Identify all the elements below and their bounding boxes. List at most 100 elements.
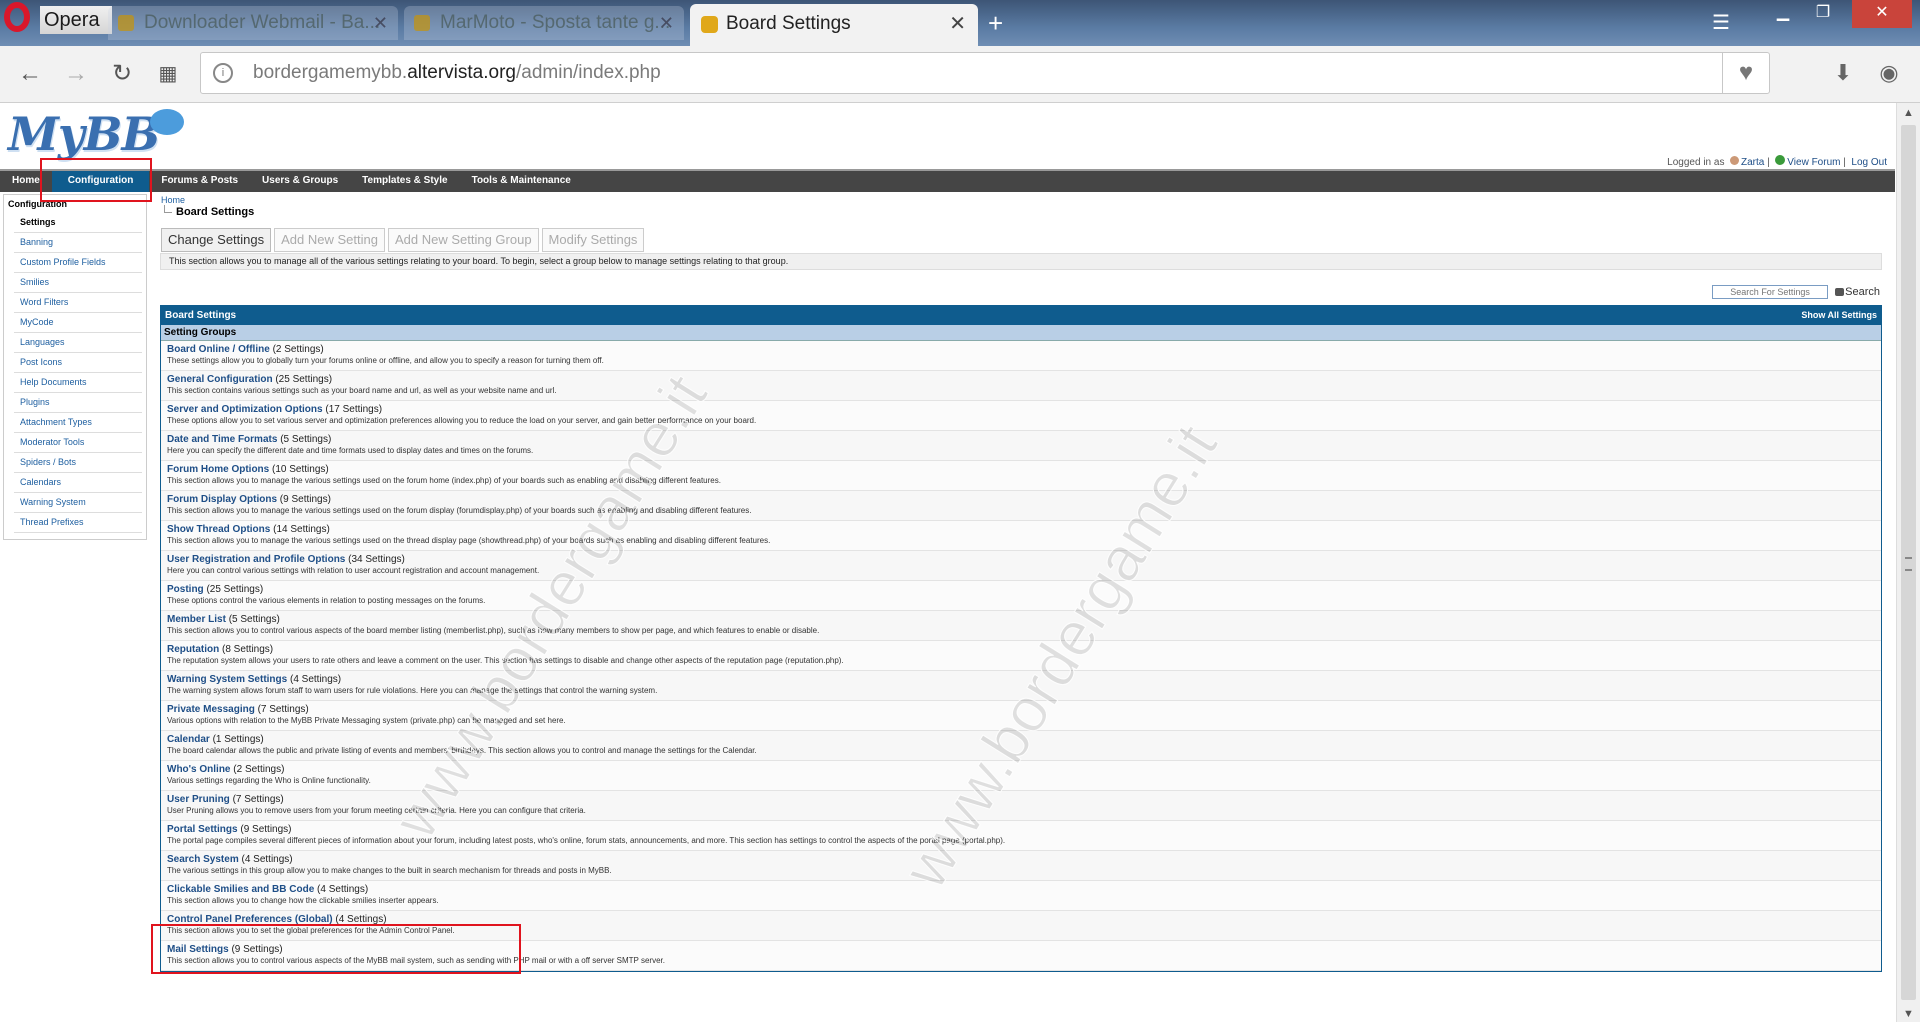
setting-group-link[interactable]: Posting (25 Settings) [167, 581, 1881, 595]
menu-templates-style[interactable]: Templates & Style [350, 171, 459, 192]
table-row: Clickable Smilies and BB Code (4 Setting… [161, 881, 1881, 911]
setting-group-description: Here you can specify the different date … [167, 446, 534, 455]
setting-group-link[interactable]: User Registration and Profile Options (3… [167, 551, 1881, 565]
close-tab-icon[interactable]: ✕ [659, 6, 674, 40]
setting-group-description: The various settings in this group allow… [167, 866, 612, 875]
opera-menu-button[interactable]: Opera [40, 6, 112, 34]
table-header: Board Settings Show All Settings [161, 306, 1881, 325]
sidebar-item-smilies[interactable]: Smilies [14, 273, 142, 293]
globe-icon [1775, 155, 1786, 165]
menu-tools-maintenance[interactable]: Tools & Maintenance [460, 171, 583, 192]
settings-count: (9 Settings) [240, 824, 292, 835]
settings-count: (34 Settings) [348, 554, 405, 565]
back-button[interactable]: ← [14, 58, 46, 90]
setting-group-description: This section allows you to manage the va… [167, 476, 721, 485]
close-tab-icon[interactable]: ✕ [373, 6, 388, 40]
setting-group-link[interactable]: General Configuration (25 Settings) [167, 371, 1881, 385]
menu-forums-posts[interactable]: Forums & Posts [149, 171, 250, 192]
sidebar-item-thread-prefixes[interactable]: Thread Prefixes [14, 513, 142, 533]
tab-menu-icon[interactable]: ☰ [1712, 10, 1730, 35]
sidebar-item-help-documents[interactable]: Help Documents [14, 373, 142, 393]
scrollbar-thumb[interactable] [1901, 125, 1916, 1000]
subtabs: Change Settings Add New Setting Add New … [161, 228, 647, 252]
tab-add-new-setting[interactable]: Add New Setting [274, 228, 385, 252]
browser-toolbar: ← → ↻ ▦ i bordergamemybb.altervista.org/… [0, 46, 1920, 103]
forward-button[interactable]: → [60, 58, 92, 90]
search-settings-input[interactable] [1712, 285, 1829, 299]
tab-change-settings[interactable]: Change Settings [161, 228, 272, 252]
setting-group-link[interactable]: Clickable Smilies and BB Code (4 Setting… [167, 881, 1881, 895]
table-row: Board Online / Offline (2 Settings) These… [161, 341, 1881, 371]
sidebar-item-custom-profile-fields[interactable]: Custom Profile Fields [14, 253, 142, 273]
sidebar-item-word-filters[interactable]: Word Filters [14, 293, 142, 313]
sidebar-item-attachment-types[interactable]: Attachment Types [14, 413, 142, 433]
sidebar-item-mycode[interactable]: MyCode [14, 313, 142, 333]
sidebar-item-calendars[interactable]: Calendars [14, 473, 142, 493]
reload-button[interactable]: ↻ [106, 58, 138, 90]
sidebar-item-post-icons[interactable]: Post Icons [14, 353, 142, 373]
address-bar[interactable]: i bordergamemybb.altervista.org/admin/in… [200, 52, 1770, 94]
sidebar-item-settings[interactable]: Settings [14, 213, 142, 233]
setting-group-link[interactable]: Forum Home Options (10 Settings) [167, 461, 1881, 475]
search-icon [1835, 288, 1845, 297]
sidebar-item-moderator-tools[interactable]: Moderator Tools [14, 433, 142, 453]
setting-group-link[interactable]: Member List (5 Settings) [167, 611, 1881, 625]
close-window-button[interactable]: ✕ [1852, 0, 1912, 28]
breadcrumb-home[interactable]: Home [161, 195, 185, 205]
sidebar-item-banning[interactable]: Banning [14, 233, 142, 253]
settings-count: (10 Settings) [272, 464, 329, 475]
setting-group-link[interactable]: Forum Display Options (9 Settings) [167, 491, 1881, 505]
setting-group-link[interactable]: Control Panel Preferences (Global) (4 Se… [167, 911, 1881, 925]
log-out-link[interactable]: Log Out [1851, 157, 1887, 168]
tab-favicon-icon [701, 16, 718, 33]
url-text[interactable]: bordergamemybb.altervista.org/admin/inde… [253, 62, 661, 84]
setting-group-description: This section allows you to manage the va… [167, 506, 752, 515]
close-tab-icon[interactable]: ✕ [949, 4, 966, 44]
sidebar-item-plugins[interactable]: Plugins [14, 393, 142, 413]
site-info-icon[interactable]: i [213, 63, 233, 83]
settings-count: (14 Settings) [273, 524, 330, 535]
highlight-box [40, 158, 152, 202]
table-row: Show Thread Options (14 Settings) This se… [161, 521, 1881, 551]
tab-modify-settings[interactable]: Modify Settings [541, 228, 645, 252]
settings-count: (5 Settings) [228, 614, 280, 625]
bookmark-heart-icon[interactable]: ♥ [1722, 53, 1769, 93]
speed-dial-icon[interactable]: ▦ [152, 58, 184, 90]
setting-group-link[interactable]: Server and Optimization Options (17 Sett… [167, 401, 1881, 415]
setting-group-description: This section allows you to control vario… [167, 626, 820, 635]
setting-group-description: These settings allow you to globally tur… [167, 356, 604, 365]
browser-tab-active[interactable]: Board Settings ✕ [690, 4, 978, 46]
page-scrollbar[interactable]: ▲ ▼ [1896, 103, 1920, 1022]
show-all-settings-link[interactable]: Show All Settings [1801, 306, 1877, 325]
setting-group-link[interactable]: Date and Time Formats (5 Settings) [167, 431, 1881, 445]
account-icon[interactable]: ◉ [1872, 56, 1906, 90]
search-button[interactable]: Search [1835, 286, 1880, 298]
breadcrumb-corner [164, 205, 172, 213]
new-tab-button[interactable]: + [988, 8, 1003, 39]
table-row: Search System (4 Settings) The various se… [161, 851, 1881, 881]
setting-group-description: These options control the various elemen… [167, 596, 486, 605]
setting-group-link[interactable]: Search System (4 Settings) [167, 851, 1881, 865]
setting-group-link[interactable]: Show Thread Options (14 Settings) [167, 521, 1881, 535]
maximize-button[interactable]: ❐ [1800, 0, 1846, 28]
tab-add-new-setting-group[interactable]: Add New Setting Group [387, 228, 539, 252]
settings-table: Board Settings Show All Settings Setting… [160, 305, 1882, 972]
downloads-icon[interactable]: ⬇ [1826, 56, 1860, 90]
opera-logo-icon[interactable] [4, 2, 30, 32]
browser-tab[interactable]: MarMoto - Sposta tante g... ✕ [404, 6, 684, 40]
settings-count: (8 Settings) [222, 644, 274, 655]
scroll-down-icon[interactable]: ▼ [1903, 1008, 1914, 1020]
sidebar-item-spiders-bots[interactable]: Spiders / Bots [14, 453, 142, 473]
setting-group-link[interactable]: Board Online / Offline (2 Settings) [167, 341, 1881, 355]
view-forum-link[interactable]: View Forum [1787, 157, 1840, 168]
setting-group-description: These options allow you to set various s… [167, 416, 757, 425]
mybb-logo[interactable]: MyBB [8, 107, 160, 161]
sidebar-item-warning-system[interactable]: Warning System [14, 493, 142, 513]
username-link[interactable]: Zarta [1741, 157, 1764, 168]
menu-users-groups[interactable]: Users & Groups [250, 171, 350, 192]
scroll-up-icon[interactable]: ▲ [1903, 107, 1914, 119]
tab-label: MarMoto - Sposta tante g... [440, 12, 671, 33]
table-row: Member List (5 Settings) This section all… [161, 611, 1881, 641]
sidebar-item-languages[interactable]: Languages [14, 333, 142, 353]
browser-tab[interactable]: Downloader Webmail - Ba... ✕ [108, 6, 398, 40]
